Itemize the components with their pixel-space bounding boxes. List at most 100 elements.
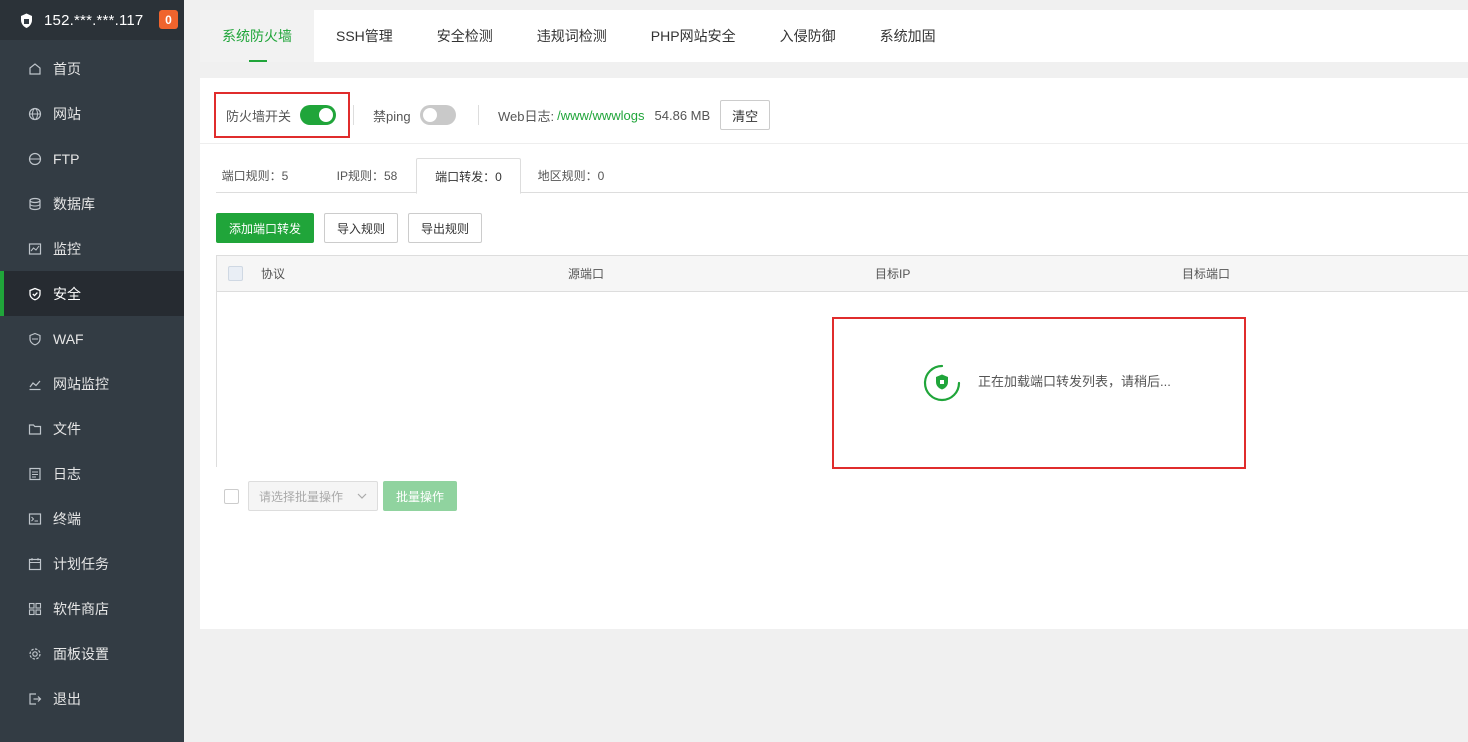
- firewall-controls: 防火墙开关 禁ping Web日志: /www/wwwlogs 54.86 MB…: [214, 92, 1468, 138]
- column-protocol: 协议: [261, 267, 286, 281]
- weblog-label: Web日志:: [498, 108, 555, 124]
- folder-icon: [28, 422, 42, 436]
- sidebar-item-cron[interactable]: 计划任务: [0, 541, 184, 586]
- notification-badge[interactable]: 0: [159, 10, 178, 29]
- firewall-panel: 防火墙开关 禁ping Web日志: /www/wwwlogs 54.86 MB…: [200, 78, 1468, 629]
- tab-intrusion-prevention[interactable]: 入侵防御: [758, 10, 858, 62]
- firewall-toggle[interactable]: [300, 105, 337, 125]
- sidebar-item-label: 监控: [53, 240, 81, 257]
- loading-message: 正在加载端口转发列表，请稍后...: [978, 374, 1171, 389]
- log-icon: [28, 467, 42, 481]
- sidebar-item-database[interactable]: 数据库: [0, 181, 184, 226]
- firewall-switch-group: 防火墙开关: [214, 92, 350, 138]
- sidebar-item-label: 终端: [53, 510, 81, 527]
- logout-icon: [28, 692, 42, 706]
- batch-operations: 请选择批量操作 批量操作: [224, 481, 458, 511]
- weblog-size: 54.86 MB: [654, 107, 711, 123]
- toggle-knob: [319, 108, 334, 122]
- add-port-forward-button[interactable]: 添加端口转发: [216, 213, 315, 243]
- batch-select-placeholder: 请选择批量操作: [259, 489, 344, 504]
- batch-select-checkbox[interactable]: [224, 488, 239, 504]
- sidebar-item-security[interactable]: 安全: [0, 271, 184, 316]
- sidebar-item-label: 网站: [53, 105, 81, 122]
- clear-logs-button[interactable]: 清空: [720, 100, 771, 130]
- ping-switch-group: 禁ping: [373, 92, 456, 138]
- settings-icon: [28, 647, 42, 661]
- sidebar-item-label: 文件: [53, 420, 81, 437]
- calendar-icon: [28, 557, 42, 571]
- select-all-checkbox[interactable]: [228, 266, 243, 281]
- sidebar-item-files[interactable]: 文件: [0, 406, 184, 451]
- server-ip[interactable]: 152.***.***.117: [44, 12, 143, 29]
- column-target-ip: 目标IP: [875, 267, 911, 281]
- sidebar-item-website[interactable]: 网站: [0, 91, 184, 136]
- weblog-path-link[interactable]: /www/wwwlogs: [557, 108, 644, 123]
- apps-icon: [28, 602, 42, 616]
- chevron-down-icon: [356, 490, 368, 502]
- weblog-group: Web日志: /www/wwwlogs 54.86 MB 清空: [498, 92, 771, 138]
- tab-system-hardening[interactable]: 系统加固: [858, 10, 958, 62]
- security-tabs: 系统防火墙 SSH管理 安全检测 违规词检测 PHP网站安全 入侵防御 系统加固: [200, 10, 1468, 62]
- batch-action-select[interactable]: 请选择批量操作: [248, 481, 378, 511]
- sidebar-item-label: 软件商店: [53, 600, 109, 617]
- column-target-port: 目标端口: [1182, 267, 1231, 281]
- firewall-switch-label: 防火墙开关: [226, 108, 292, 124]
- tab-php-site-security[interactable]: PHP网站安全: [629, 10, 758, 62]
- export-rules-button[interactable]: 导出规则: [408, 213, 483, 243]
- divider: [200, 143, 1468, 144]
- sidebar-item-waf[interactable]: WAF: [0, 316, 184, 361]
- ping-toggle[interactable]: [419, 105, 456, 125]
- column-source-port: 源端口: [568, 267, 605, 281]
- tab-ssh-management[interactable]: SSH管理: [314, 10, 415, 62]
- sidebar-item-label: 日志: [53, 465, 81, 482]
- sidebar-header: 152.***.***.117 0: [0, 0, 184, 40]
- sidebar-item-label: 面板设置: [53, 645, 109, 662]
- panel-logo-icon: [18, 12, 35, 29]
- chart-icon: [28, 377, 42, 391]
- shield-icon: [28, 287, 42, 301]
- rule-tabs: 端口规则：5 IP规则：58 端口转发：0 地区规则：0: [216, 158, 1468, 194]
- monitor-icon: [28, 242, 42, 256]
- ftp-icon: [28, 152, 42, 166]
- sidebar: 152.***.***.117 0 首页 网站 FTP 数据库 监控 安全 WA…: [0, 0, 184, 742]
- sidebar-item-label: 计划任务: [53, 555, 109, 572]
- globe-icon: [28, 107, 42, 121]
- sidebar-item-label: 安全: [53, 285, 81, 302]
- sidebar-item-app-store[interactable]: 软件商店: [0, 586, 184, 631]
- sidebar-item-ftp[interactable]: FTP: [0, 136, 184, 181]
- sidebar-item-label: 网站监控: [53, 375, 109, 392]
- tab-port-rules[interactable]: 端口规则：5: [216, 158, 294, 193]
- sidebar-item-panel-settings[interactable]: 面板设置: [0, 631, 184, 676]
- import-rules-button[interactable]: 导入规则: [324, 213, 399, 243]
- home-icon: [28, 62, 42, 76]
- sidebar-item-label: 首页: [53, 60, 81, 77]
- tab-system-firewall[interactable]: 系统防火墙: [200, 10, 314, 62]
- tab-region-rules[interactable]: 地区规则：0: [526, 158, 616, 193]
- tab-security-scan[interactable]: 安全检测: [415, 10, 515, 62]
- loading-spinner-icon: [922, 363, 962, 403]
- tab-word-scan[interactable]: 违规词检测: [515, 10, 629, 62]
- tab-ip-rules[interactable]: IP规则：58: [319, 158, 415, 193]
- sidebar-item-home[interactable]: 首页: [0, 46, 184, 91]
- table-header: 协议 源端口 目标IP 目标端口: [217, 255, 1468, 292]
- sidebar-item-logout[interactable]: 退出: [0, 676, 184, 721]
- sidebar-item-label: 数据库: [53, 195, 95, 212]
- sidebar-item-label: WAF: [53, 330, 84, 347]
- toggle-knob: [422, 108, 437, 122]
- terminal-icon: [28, 512, 42, 526]
- sidebar-item-logs[interactable]: 日志: [0, 451, 184, 496]
- tab-port-forward[interactable]: 端口转发：0: [416, 158, 521, 194]
- sidebar-item-terminal[interactable]: 终端: [0, 496, 184, 541]
- action-buttons: 添加端口转发 导入规则 导出规则: [216, 213, 492, 243]
- sidebar-item-site-monitor[interactable]: 网站监控: [0, 361, 184, 406]
- divider: [478, 105, 479, 125]
- sidebar-item-monitor[interactable]: 监控: [0, 226, 184, 271]
- sidebar-item-label: FTP: [53, 150, 80, 167]
- divider: [353, 105, 354, 125]
- database-icon: [28, 197, 42, 211]
- sidebar-item-label: 退出: [53, 690, 81, 707]
- ping-switch-label: 禁ping: [373, 108, 411, 124]
- waf-icon: [28, 332, 42, 346]
- batch-action-button[interactable]: 批量操作: [383, 481, 458, 511]
- loading-highlight: 正在加载端口转发列表，请稍后...: [832, 317, 1246, 469]
